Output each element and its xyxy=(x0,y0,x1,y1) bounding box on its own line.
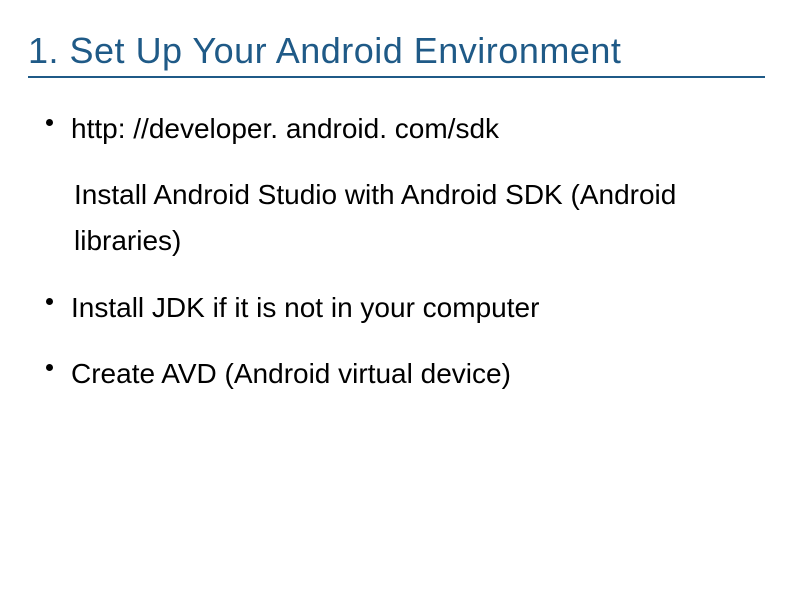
list-item: Create AVD (Android virtual device) xyxy=(46,351,745,397)
list-item: http: //developer. android. com/sdk xyxy=(46,106,745,152)
bullet-icon xyxy=(46,364,53,371)
list-item-text: Create AVD (Android virtual device) xyxy=(71,351,511,397)
slide-title: 1. Set Up Your Android Environment xyxy=(28,30,765,78)
slide-content: http: //developer. android. com/sdk Inst… xyxy=(28,106,765,397)
bullet-icon xyxy=(46,298,53,305)
list-item: Install JDK if it is not in your compute… xyxy=(46,285,745,331)
bullet-icon xyxy=(46,119,53,126)
list-item-text: http: //developer. android. com/sdk xyxy=(71,106,499,152)
list-item-text: Install JDK if it is not in your compute… xyxy=(71,285,539,331)
list-item-sub: Install Android Studio with Android SDK … xyxy=(74,172,745,264)
